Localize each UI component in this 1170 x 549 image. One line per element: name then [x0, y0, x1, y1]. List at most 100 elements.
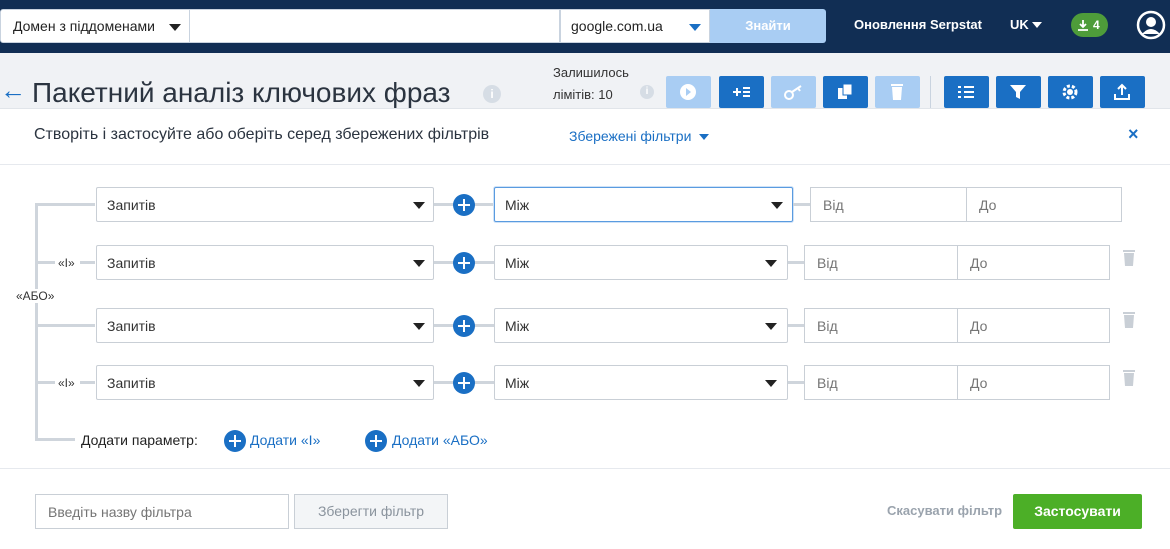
condition-select[interactable]: Між: [494, 365, 788, 400]
saved-filters-dropdown[interactable]: Збережені фільтри: [569, 128, 709, 144]
parameter-value: Запитів: [107, 318, 156, 334]
parameter-select[interactable]: Запитів: [96, 365, 434, 400]
from-input[interactable]: [810, 187, 967, 222]
save-filter-button[interactable]: Зберегти фільтр: [294, 494, 448, 529]
chevron-down-icon: [765, 323, 777, 330]
download-icon: [1078, 20, 1088, 31]
run-button[interactable]: [666, 76, 711, 108]
trash-icon[interactable]: [1123, 370, 1135, 386]
user-avatar-icon[interactable]: [1136, 10, 1166, 40]
key-icon: [784, 85, 802, 100]
settings-button[interactable]: [1048, 76, 1093, 108]
tree-branch: [80, 261, 95, 264]
trash-icon: [891, 84, 903, 100]
and-operator-label: «І»: [58, 256, 75, 270]
condition-select[interactable]: Між: [494, 245, 788, 280]
add-or-link[interactable]: Додати «АБО»: [392, 432, 488, 448]
condition-value: Між: [505, 318, 530, 334]
info-icon[interactable]: i: [483, 85, 501, 103]
footer-divider: [0, 468, 1170, 469]
from-input[interactable]: [804, 308, 958, 343]
saved-filters-label: Збережені фільтри: [569, 128, 692, 144]
from-input[interactable]: [804, 245, 958, 280]
filter-button[interactable]: [996, 76, 1041, 108]
search-engine-select[interactable]: google.com.ua: [560, 9, 710, 43]
tree-branch: [80, 381, 95, 384]
from-input[interactable]: [804, 365, 958, 400]
copy-button[interactable]: [823, 76, 868, 108]
add-condition-icon[interactable]: [453, 372, 475, 394]
to-input[interactable]: [966, 187, 1122, 222]
chevron-down-icon: [413, 202, 425, 209]
chevron-down-icon: [413, 323, 425, 330]
add-and-icon[interactable]: [224, 430, 246, 452]
and-operator-label: «І»: [58, 376, 75, 390]
parameter-select[interactable]: Запитів: [96, 245, 434, 280]
add-and-link[interactable]: Додати «І»: [250, 432, 320, 448]
apply-button[interactable]: Застосувати: [1013, 494, 1142, 529]
add-condition-icon[interactable]: [453, 315, 475, 337]
language-select[interactable]: UK: [1010, 17, 1042, 32]
chevron-down-icon: [771, 202, 783, 209]
find-button[interactable]: Знайти: [710, 9, 826, 43]
parameter-value: Запитів: [107, 255, 156, 271]
to-input[interactable]: [957, 245, 1110, 280]
tree-branch: [35, 324, 95, 327]
keys-button[interactable]: [771, 76, 816, 108]
tree-branch: [35, 381, 55, 384]
chevron-down-icon: [169, 24, 181, 31]
parameter-select[interactable]: Запитів: [96, 308, 434, 343]
trash-icon[interactable]: [1123, 250, 1135, 266]
columns-button[interactable]: [944, 76, 989, 108]
page-header: ← Пакетний аналіз ключових фраз i Залиши…: [0, 53, 1170, 108]
gear-icon: [1062, 84, 1078, 100]
row-connector: [788, 381, 804, 384]
condition-select[interactable]: Між: [494, 187, 793, 222]
serpstat-updates-link[interactable]: Оновлення Serpstat: [854, 17, 982, 32]
filter-panel-header: Створіть і застосуйте або оберіть серед …: [0, 109, 1170, 165]
downloads-count: 4: [1093, 18, 1100, 32]
condition-value: Між: [505, 375, 530, 391]
chevron-down-icon: [765, 380, 777, 387]
add-list-icon: [733, 87, 750, 97]
add-condition-icon[interactable]: [453, 194, 475, 216]
row-connector: [788, 261, 804, 264]
copy-icon: [838, 83, 853, 99]
parameter-select[interactable]: Запитів: [96, 187, 434, 222]
export-icon: [1114, 83, 1130, 100]
filter-name-input[interactable]: [35, 494, 289, 529]
parameter-value: Запитів: [107, 197, 156, 213]
limits-remaining: Залишилось лімітів: 10: [553, 62, 629, 106]
close-icon[interactable]: ×: [1128, 124, 1139, 145]
add-parameter-label: Додати параметр:: [81, 432, 198, 448]
search-type-select[interactable]: Домен з піддоменами: [0, 9, 190, 43]
trash-icon[interactable]: [1123, 312, 1135, 328]
row-connector: [793, 203, 810, 206]
limits-line-1: Залишилось: [553, 65, 629, 80]
tree-branch: [35, 438, 75, 441]
play-icon: [680, 84, 696, 100]
search-type-value: Домен з піддоменами: [13, 18, 155, 34]
chevron-down-icon: [413, 380, 425, 387]
filter-panel-title: Створіть і застосуйте або оберіть серед …: [34, 126, 490, 143]
condition-select[interactable]: Між: [494, 308, 788, 343]
back-arrow-icon[interactable]: ←: [0, 77, 26, 103]
export-button[interactable]: [1100, 76, 1145, 108]
add-or-icon[interactable]: [365, 430, 387, 452]
language-value: UK: [1010, 17, 1029, 32]
chevron-down-icon: [689, 24, 701, 31]
chevron-down-icon: [413, 260, 425, 267]
tree-branch: [35, 203, 95, 206]
row-connector: [788, 324, 804, 327]
to-input[interactable]: [957, 365, 1110, 400]
to-input[interactable]: [957, 308, 1110, 343]
add-keywords-button[interactable]: [719, 76, 764, 108]
delete-button[interactable]: [875, 76, 920, 108]
limits-info-icon[interactable]: i: [640, 85, 654, 99]
search-input[interactable]: [190, 9, 560, 43]
page-title: Пакетний аналіз ключових фраз: [32, 77, 451, 108]
or-group-bracket: [35, 205, 38, 439]
add-condition-icon[interactable]: [453, 252, 475, 274]
downloads-badge[interactable]: 4: [1071, 13, 1108, 37]
cancel-filter-button[interactable]: Скасувати фільтр: [887, 503, 1002, 518]
